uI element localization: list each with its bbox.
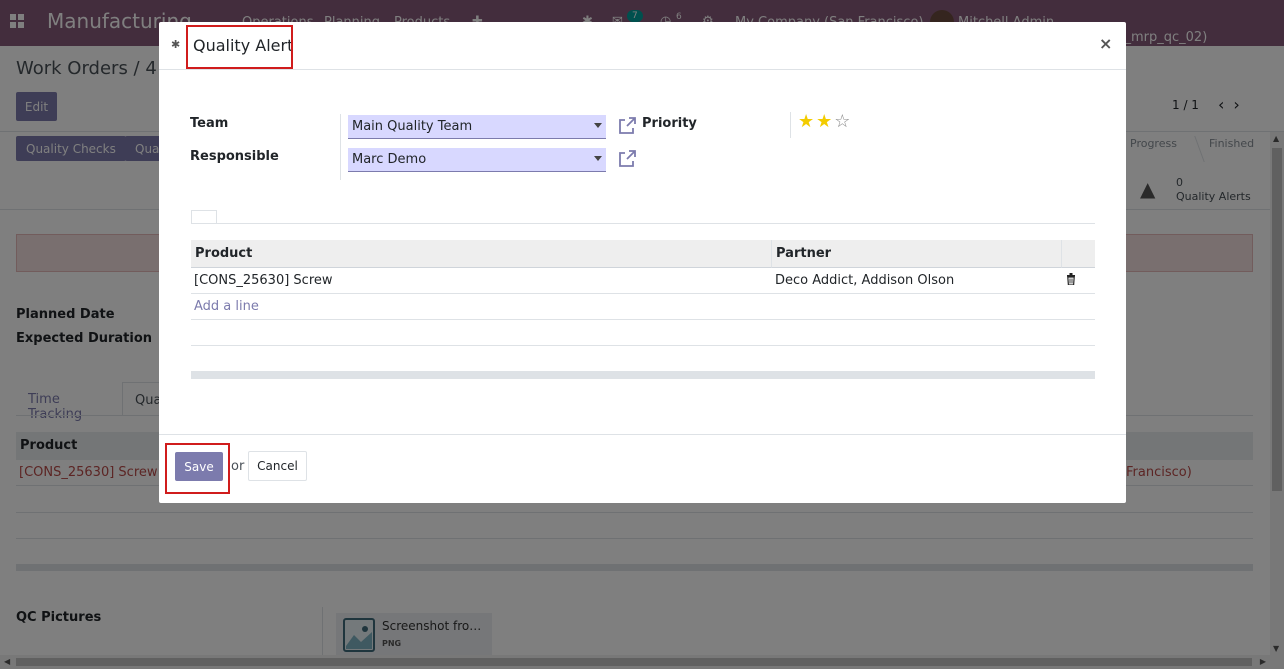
row-partner: Deco Addict, Addison Olson (775, 273, 955, 288)
title-highlight-box (186, 25, 293, 69)
dialog-footer: Save or Cancel (159, 434, 1126, 503)
responsible-label: Responsible (190, 149, 279, 164)
add-line-row: Add a line (191, 294, 1095, 320)
quality-alert-dialog: ✱ Quality Alert × Team Responsible Main … (159, 22, 1126, 503)
priority-separator (790, 112, 791, 138)
priority-label: Priority (642, 116, 697, 131)
priority-stars[interactable]: ★★☆ (798, 111, 852, 132)
table-row (191, 320, 1095, 346)
save-button[interactable]: Save (175, 452, 223, 481)
table-footer (191, 372, 1095, 379)
trash-icon[interactable] (1066, 273, 1076, 285)
table-row (191, 346, 1095, 372)
external-link-icon[interactable] (617, 149, 637, 169)
close-icon[interactable]: × (1099, 34, 1112, 53)
external-link-icon[interactable] (617, 116, 637, 136)
team-label: Team (190, 116, 229, 131)
cancel-button[interactable]: Cancel (248, 451, 307, 481)
bug-icon: ✱ (171, 38, 181, 51)
notebook-tab[interactable] (191, 210, 217, 224)
column-partner[interactable]: Partner (772, 240, 1062, 268)
star-filled-icon[interactable]: ★ (816, 111, 834, 132)
column-actions (1062, 240, 1095, 268)
column-product[interactable]: Product (191, 240, 772, 268)
notebook-divider (191, 223, 1095, 224)
responsible-value: Marc Demo (352, 152, 427, 167)
dialog-header: ✱ Quality Alert × (159, 22, 1126, 70)
row-product: [CONS_25630] Screw (194, 273, 333, 288)
chevron-down-icon[interactable] (594, 156, 602, 161)
chevron-down-icon[interactable] (594, 123, 602, 128)
or-text: or (231, 459, 245, 474)
add-line-link[interactable]: Add a line (194, 299, 259, 314)
team-value: Main Quality Team (352, 119, 473, 134)
team-select[interactable]: Main Quality Team (348, 115, 606, 139)
responsible-select[interactable]: Marc Demo (348, 148, 606, 172)
star-filled-icon[interactable]: ★ (798, 111, 816, 132)
table-row[interactable]: [CONS_25630] Screw Deco Addict, Addison … (191, 268, 1095, 294)
star-empty-icon[interactable]: ☆ (834, 111, 852, 132)
label-separator (340, 114, 341, 180)
